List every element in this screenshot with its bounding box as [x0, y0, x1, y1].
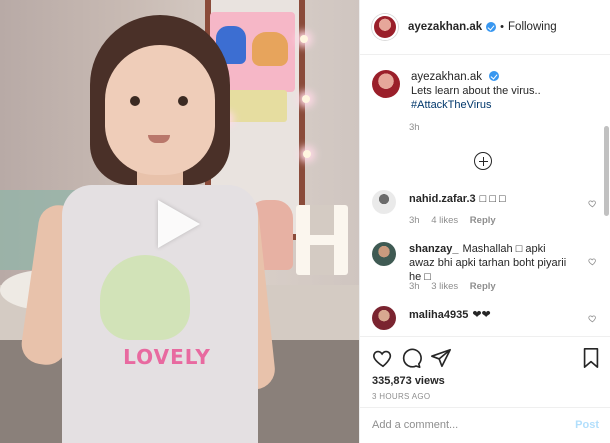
post-header: ayezakhan.ak • Following — [360, 0, 610, 55]
load-more-comments-icon[interactable] — [474, 152, 492, 170]
child-face — [105, 45, 215, 175]
poster-dog-orange — [252, 32, 288, 66]
comment-item: nahid.zafar.3 □ □ □ 3h 4 likes Reply — [372, 190, 597, 230]
post-comment-button[interactable]: Post — [575, 419, 599, 431]
comment-text: ❤❤ — [472, 309, 491, 321]
comment-time: 3h — [409, 215, 420, 226]
like-comment-heart-icon[interactable] — [588, 199, 597, 208]
comment-text: □ □ □ — [479, 193, 506, 205]
commenter-avatar[interactable] — [372, 242, 396, 266]
share-icon[interactable] — [430, 347, 452, 369]
author-avatar[interactable] — [372, 14, 398, 40]
author-username[interactable]: ayezakhan.ak — [408, 21, 482, 33]
child-eye — [178, 96, 188, 106]
play-icon[interactable] — [158, 200, 200, 248]
view-count[interactable]: 335,873 views — [372, 375, 445, 387]
add-comment-bar: Add a comment... Post — [360, 407, 610, 443]
post-sidebar: ayezakhan.ak • Following ayezakhan.ak Le… — [359, 0, 610, 443]
child-eye — [130, 96, 140, 106]
comment-time: 3h — [409, 281, 420, 292]
like-comment-heart-icon[interactable] — [588, 257, 597, 266]
caption-hashtag[interactable]: #AttackTheVirus — [411, 98, 541, 112]
comment-item: maliha4935 ❤❤ — [372, 306, 597, 336]
caption-avatar[interactable] — [372, 70, 400, 98]
comments-list[interactable]: ayezakhan.ak Lets learn about the virus.… — [360, 56, 610, 336]
vanity-light — [300, 35, 308, 43]
comment-likes[interactable]: 4 likes — [431, 215, 458, 226]
reply-button[interactable]: Reply — [470, 215, 496, 226]
verified-badge-icon — [486, 22, 497, 32]
commenter-username[interactable]: maliha4935 — [409, 309, 468, 321]
comment-item: shanzay_ Mashallah □ apki awaz bhi apki t… — [372, 242, 597, 294]
unicorn-print — [100, 255, 190, 340]
commenter-username[interactable]: nahid.zafar.3 — [409, 193, 476, 205]
shirt-text: LOVELY — [123, 345, 211, 369]
verified-badge-icon — [489, 71, 500, 81]
instagram-post: LOVELY ayezakhan.ak • Following ayezakha… — [0, 0, 610, 443]
heart-icon[interactable] — [372, 347, 394, 369]
vanity-light — [302, 95, 310, 103]
commenter-avatar[interactable] — [372, 306, 396, 330]
following-button[interactable]: Following — [508, 21, 557, 33]
post-caption: ayezakhan.ak Lets learn about the virus.… — [372, 70, 541, 112]
comments-scrollbar[interactable] — [604, 126, 609, 216]
caption-username[interactable]: ayezakhan.ak — [411, 71, 482, 83]
bookmark-icon[interactable] — [580, 347, 602, 369]
separator-dot: • — [500, 21, 505, 33]
comment-icon[interactable] — [400, 347, 422, 369]
commenter-username[interactable]: shanzay_ — [409, 243, 459, 255]
caption-time: 3h — [409, 122, 420, 133]
vanity-light — [303, 150, 311, 158]
post-timestamp[interactable]: 3 HOURS AGO — [372, 392, 430, 401]
video-player[interactable]: LOVELY — [0, 0, 359, 443]
commenter-avatar[interactable] — [372, 190, 396, 214]
caption-text: Lets learn about the virus.. — [411, 85, 541, 97]
letter-h-decor — [296, 205, 348, 275]
post-actions: 335,873 views 3 HOURS AGO — [360, 336, 610, 406]
comment-likes[interactable]: 3 likes — [431, 281, 458, 292]
like-comment-heart-icon[interactable] — [588, 314, 597, 323]
add-comment-input[interactable]: Add a comment... — [372, 419, 458, 431]
reply-button[interactable]: Reply — [470, 281, 496, 292]
